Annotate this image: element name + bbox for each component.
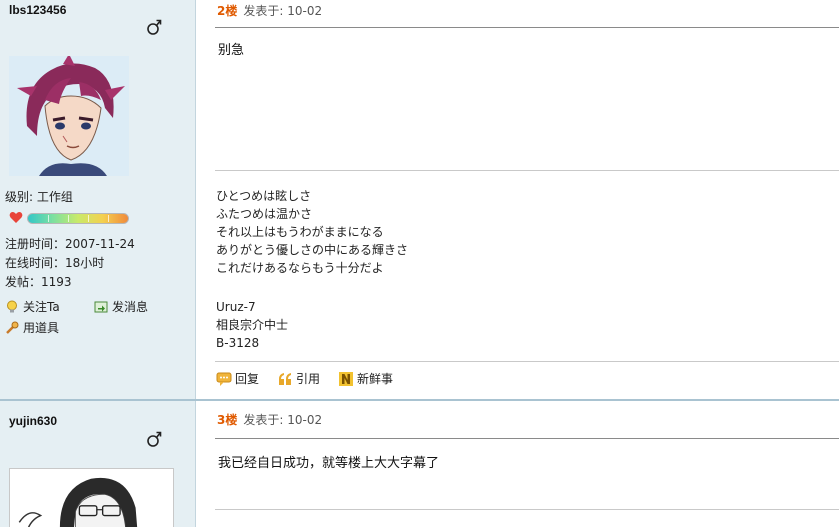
header-divider bbox=[215, 438, 839, 439]
user-sidebar: lbs123456 级别: 工作组 注册时间：2007-11-24 在线时间：1… bbox=[0, 0, 196, 401]
register-time: 注册时间：2007-11-24 bbox=[5, 237, 135, 251]
post-content: 别急 bbox=[218, 43, 245, 58]
signature: ひとつめは眩しさ ふたつめは温かさ それ以上はもうわがままになる ありがとう優し… bbox=[216, 187, 408, 352]
news-icon bbox=[339, 371, 354, 386]
user-sidebar: yujin630 bbox=[0, 401, 196, 527]
male-icon bbox=[147, 431, 162, 447]
reply-label: 回复 bbox=[235, 372, 260, 386]
actions-divider bbox=[215, 361, 839, 362]
quote-icon bbox=[279, 372, 292, 385]
post-time: 发表于: 10-02 bbox=[243, 3, 323, 18]
use-tools-label: 用道具 bbox=[23, 321, 60, 335]
male-icon bbox=[147, 19, 162, 35]
post-count: 发帖：1193 bbox=[5, 275, 72, 289]
follow-label: 关注Ta bbox=[23, 300, 60, 314]
username[interactable]: yujin630 bbox=[9, 414, 57, 428]
avatar[interactable] bbox=[9, 468, 174, 527]
signature-line: B-3128 bbox=[216, 336, 260, 350]
post-body: 3楼 发表于: 10-02 我已经自日成功，就等楼上大大字幕了 bbox=[197, 401, 839, 527]
signature-line: ありがとう優しさの中にある輝きさ bbox=[216, 243, 409, 257]
signature-line bbox=[216, 277, 408, 295]
send-message-label: 发消息 bbox=[112, 300, 149, 314]
wrench-icon bbox=[6, 321, 19, 334]
post-header: 3楼 发表于: 10-02 bbox=[217, 409, 322, 429]
post-floor-2: lbs123456 级别: 工作组 注册时间：2007-11-24 在线时间：1… bbox=[0, 0, 839, 401]
heart-icon bbox=[9, 212, 23, 223]
signature-divider bbox=[215, 170, 839, 171]
news-label: 新鲜事 bbox=[357, 372, 394, 386]
signature-line: ふたつめは温かさ bbox=[216, 207, 313, 221]
signature-line: それ以上はもうわがままになる bbox=[216, 225, 384, 239]
avatar[interactable] bbox=[9, 56, 129, 176]
use-tools-button[interactable]: 用道具 bbox=[5, 319, 59, 336]
floor-number[interactable]: 2楼 bbox=[217, 2, 237, 19]
signature-line: 相良宗介中士 bbox=[216, 318, 289, 332]
bulb-icon bbox=[7, 300, 17, 312]
reply-button[interactable]: 回复 bbox=[216, 370, 259, 387]
user-level: 级别: 工作组 bbox=[5, 190, 73, 204]
online-time: 在线时间：18小时 bbox=[5, 256, 105, 270]
post-actions: 回复 引用 新鲜事 bbox=[216, 370, 393, 387]
post-header: 2楼 发表于: 10-02 bbox=[217, 0, 322, 20]
post-content: 我已经自日成功，就等楼上大大字幕了 bbox=[218, 456, 440, 471]
quote-button[interactable]: 引用 bbox=[277, 370, 320, 387]
post-time: 发表于: 10-02 bbox=[243, 412, 323, 427]
signature-line: これだけあるならもう十分だよ bbox=[216, 261, 384, 275]
quote-label: 引用 bbox=[296, 372, 321, 386]
floor-number[interactable]: 3楼 bbox=[217, 411, 237, 428]
header-divider bbox=[215, 27, 839, 28]
post-floor-3: yujin630 3楼 发表于: 10-02 我已经自日成功，就等楼上大大字幕了 bbox=[0, 401, 839, 527]
content-divider bbox=[215, 509, 839, 510]
signature-line: ひとつめは眩しさ bbox=[216, 189, 312, 203]
reply-icon bbox=[216, 372, 232, 386]
follow-button[interactable]: 关注Ta bbox=[5, 298, 60, 315]
news-button[interactable]: 新鲜事 bbox=[338, 370, 393, 387]
send-message-button[interactable]: 发消息 bbox=[94, 298, 148, 315]
post-body: 2楼 发表于: 10-02 别急 ひとつめは眩しさ ふたつめは温かさ それ以上は… bbox=[197, 0, 839, 401]
level-progress-bar bbox=[27, 213, 129, 224]
username[interactable]: lbs123456 bbox=[9, 3, 66, 17]
signature-line: Uruz-7 bbox=[216, 300, 256, 314]
message-icon bbox=[94, 301, 108, 312]
